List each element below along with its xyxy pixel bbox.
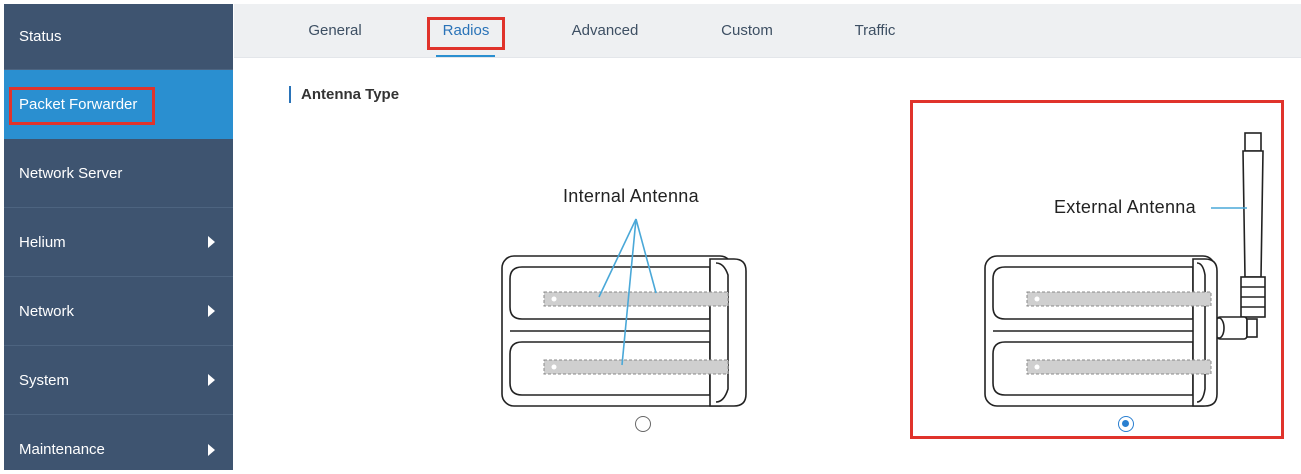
chevron-right-icon xyxy=(208,443,215,456)
sidebar: Status Packet Forwarder Network Server H… xyxy=(4,4,233,470)
tab-radios[interactable]: Radios xyxy=(433,4,499,58)
sidebar-item-packet-forwarder[interactable]: Packet Forwarder xyxy=(4,70,233,139)
internal-antenna-radio[interactable] xyxy=(635,416,651,432)
sidebar-item-label: Helium xyxy=(19,234,66,251)
tab-advanced[interactable]: Advanced xyxy=(560,4,650,58)
sidebar-item-label: Packet Forwarder xyxy=(19,96,138,113)
internal-antenna-device-image xyxy=(501,218,747,407)
active-tab-indicator xyxy=(436,55,495,57)
sidebar-item-maintenance[interactable]: Maintenance xyxy=(4,415,233,474)
sidebar-item-label: Status xyxy=(19,28,62,45)
tab-traffic[interactable]: Traffic xyxy=(842,4,908,58)
tab-bar: General Radios Advanced Custom Traffic xyxy=(234,4,1301,58)
main-content: Antenna Type Internal Antenna External A… xyxy=(234,59,1301,474)
external-antenna-radio[interactable] xyxy=(1118,416,1134,432)
sidebar-item-status[interactable]: Status xyxy=(4,4,233,70)
tab-general[interactable]: General xyxy=(302,4,368,58)
chevron-right-icon xyxy=(208,236,215,248)
sidebar-item-system[interactable]: System xyxy=(4,346,233,415)
chevron-right-icon xyxy=(208,305,215,317)
sidebar-item-label: Maintenance xyxy=(19,441,105,458)
section-title: Antenna Type xyxy=(289,86,399,103)
chevron-right-icon xyxy=(208,374,215,386)
tab-custom[interactable]: Custom xyxy=(710,4,784,58)
sidebar-item-helium[interactable]: Helium xyxy=(4,208,233,277)
external-antenna-device-image xyxy=(984,132,1266,407)
sidebar-item-network[interactable]: Network xyxy=(4,277,233,346)
sidebar-item-label: Network Server xyxy=(19,165,123,182)
sidebar-item-label: Network xyxy=(19,303,75,320)
sidebar-item-network-server[interactable]: Network Server xyxy=(4,139,233,208)
sidebar-item-label: System xyxy=(19,372,70,389)
internal-antenna-label: Internal Antenna xyxy=(563,186,699,206)
